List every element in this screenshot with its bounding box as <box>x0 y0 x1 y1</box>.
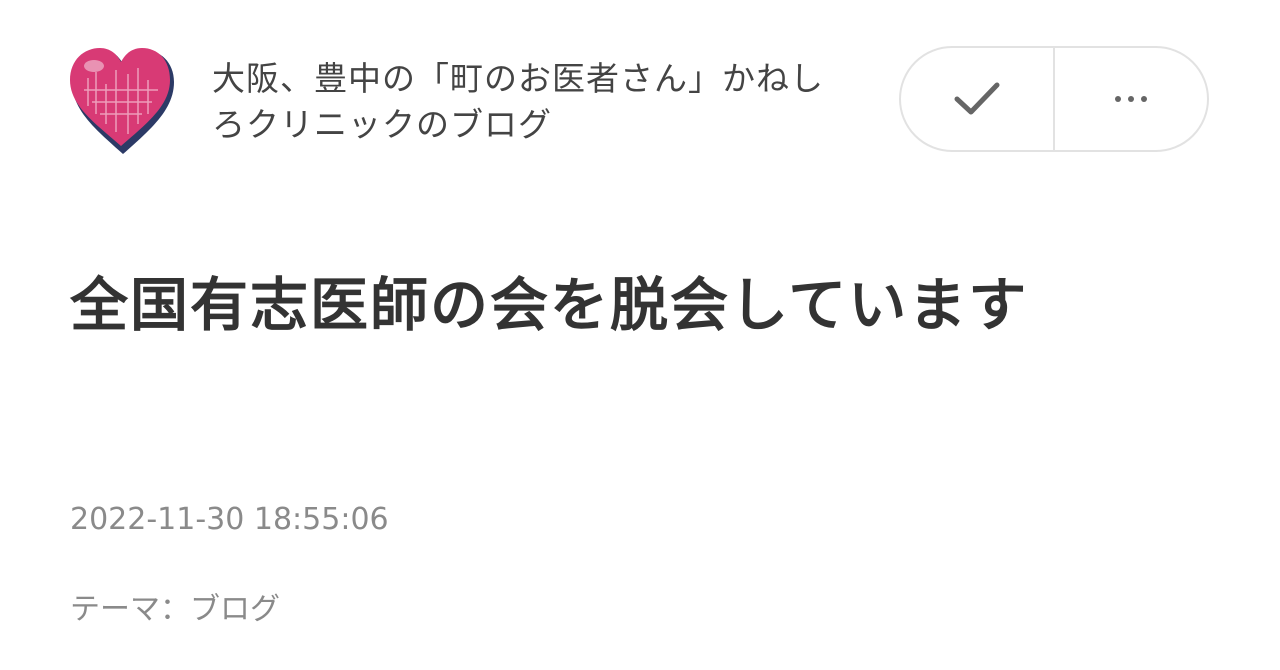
blog-header: 大阪、豊中の「町のお医者さん」かねしろクリニックのブログ <box>0 0 1280 170</box>
more-button[interactable] <box>1055 48 1207 150</box>
theme-label: テーマ： <box>70 592 190 627</box>
more-dots-icon <box>1115 96 1147 102</box>
follow-button[interactable] <box>901 48 1053 150</box>
heart-logo-icon <box>70 48 174 154</box>
blog-title[interactable]: 大阪、豊中の「町のお医者さん」かねしろクリニックのブログ <box>212 56 852 148</box>
article-date: 2022-11-30 18:55:06 <box>70 502 389 537</box>
article-title: 全国有志医師の会を脱会しています <box>70 271 1029 339</box>
theme-link[interactable]: ブログ <box>190 592 280 627</box>
blog-logo[interactable] <box>66 44 180 158</box>
checkmark-icon <box>954 82 1000 115</box>
article-theme: テーマ：ブログ <box>70 590 280 630</box>
header-action-group <box>899 46 1209 152</box>
